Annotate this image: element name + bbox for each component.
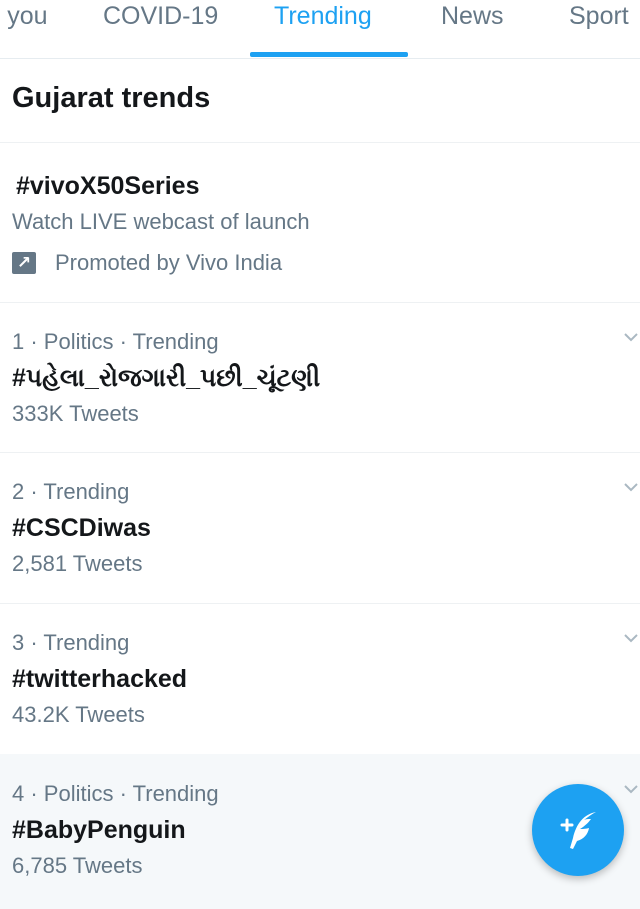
- promoted-trend-name: #vivoX50Series: [16, 172, 200, 200]
- trend-meta: 3 · Trending: [12, 630, 130, 655]
- trend-tweet-count: 333K Tweets: [12, 401, 139, 426]
- chevron-down-icon[interactable]: [624, 631, 638, 645]
- section-title: Gujarat trends: [12, 82, 211, 114]
- trend-tweet-count: 43.2K Tweets: [12, 702, 145, 727]
- chevron-down-icon[interactable]: [624, 782, 638, 796]
- tab-news[interactable]: News: [441, 0, 504, 58]
- compose-tweet-button[interactable]: [532, 784, 624, 876]
- trend-item[interactable]: 3 · Trending #twitterhacked 43.2K Tweets: [0, 603, 640, 755]
- trend-name: #પહેલા_રોજગારી_પછી_ચૂંટણી: [12, 364, 321, 392]
- chevron-down-icon[interactable]: [624, 480, 638, 494]
- section-header: Gujarat trends: [0, 58, 640, 143]
- tab-bar: r you COVID-19 Trending News Sport: [0, 0, 640, 59]
- trend-meta: 2 · Trending: [12, 479, 130, 504]
- trend-name: #twitterhacked: [12, 665, 188, 693]
- tab-covid-19[interactable]: COVID-19: [103, 0, 218, 58]
- tab-for-you[interactable]: r you: [0, 0, 48, 58]
- trend-meta: 1 · Politics · Trending: [12, 329, 219, 354]
- trend-tweet-count: 6,785 Tweets: [12, 853, 143, 878]
- trend-item[interactable]: 2 · Trending #CSCDiwas 2,581 Tweets: [0, 452, 640, 604]
- trend-name: #BabyPenguin: [12, 816, 186, 844]
- promoted-arrow-icon: ↗: [12, 252, 36, 274]
- chevron-down-icon[interactable]: [624, 330, 638, 344]
- active-tab-indicator: [250, 52, 408, 57]
- promoted-trend-description: Watch LIVE webcast of launch: [12, 209, 310, 234]
- trend-item[interactable]: 1 · Politics · Trending #પહેલા_રોજગારી_પ…: [0, 302, 640, 453]
- compose-tweet-icon: [560, 812, 596, 849]
- tab-trending[interactable]: Trending: [274, 0, 372, 58]
- trend-name: #CSCDiwas: [12, 514, 151, 542]
- trend-tweet-count: 2,581 Tweets: [12, 551, 143, 576]
- promoted-trend[interactable]: #vivoX50Series Watch LIVE webcast of lau…: [0, 142, 640, 303]
- tab-sport[interactable]: Sport: [569, 0, 629, 58]
- promoted-by-label: Promoted by Vivo India: [55, 250, 283, 275]
- trend-meta: 4 · Politics · Trending: [12, 781, 219, 806]
